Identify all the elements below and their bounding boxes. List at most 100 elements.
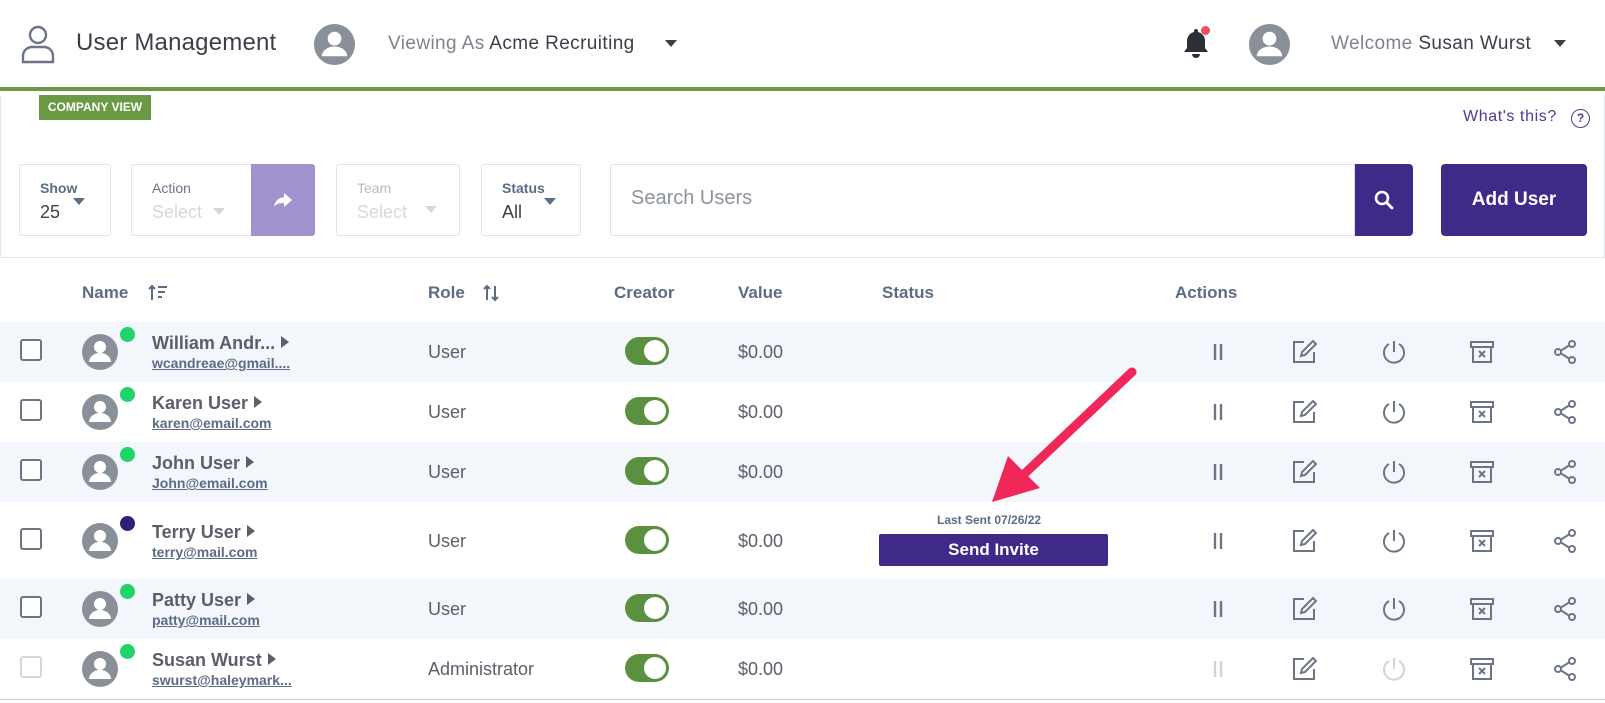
pending-status-dot — [120, 516, 135, 531]
share-arrow-icon — [274, 193, 292, 207]
help-icon[interactable]: ? — [1571, 109, 1590, 128]
annotation-arrow — [992, 367, 1137, 502]
user-name-link[interactable]: William Andr... — [152, 333, 290, 354]
expand-icon — [246, 525, 255, 537]
user-email-link[interactable]: swurst@haleymark... — [152, 672, 292, 688]
pause-icon[interactable] — [1205, 596, 1231, 622]
user-role: User — [428, 402, 467, 422]
user-outline-icon — [21, 25, 55, 64]
archive-icon[interactable] — [1469, 656, 1495, 682]
sort-icon[interactable] — [148, 284, 168, 302]
add-user-button[interactable]: Add User — [1441, 164, 1587, 236]
table-row: Patty User patty@mail.com User $0.00 — [0, 579, 1605, 639]
column-status: Status — [882, 283, 934, 302]
status-label: Status — [502, 180, 545, 196]
search-field[interactable] — [610, 164, 1355, 236]
pause-icon[interactable] — [1205, 528, 1231, 554]
power-icon[interactable] — [1381, 459, 1407, 485]
avatar-icon — [82, 523, 118, 559]
whats-this-link[interactable]: What's this? — [1463, 108, 1557, 126]
table-header — [0, 263, 1605, 321]
search-button[interactable] — [1355, 164, 1413, 236]
pause-icon[interactable] — [1205, 339, 1231, 365]
sort-icon[interactable] — [483, 284, 499, 302]
user-value: $0.00 — [738, 462, 784, 482]
user-name-link[interactable]: Patty User — [152, 590, 256, 611]
column-value: Value — [738, 283, 783, 302]
row-checkbox[interactable] — [20, 459, 42, 481]
archive-icon[interactable] — [1469, 339, 1495, 365]
team-select[interactable]: Team Select — [336, 164, 460, 236]
show-select[interactable]: Show 25 — [19, 164, 111, 236]
edit-icon[interactable] — [1291, 339, 1317, 365]
user-value: $0.00 — [738, 531, 784, 551]
caret-down-icon — [544, 198, 556, 205]
share-icon[interactable] — [1552, 339, 1578, 365]
avatar-icon[interactable] — [1248, 23, 1291, 66]
edit-icon[interactable] — [1291, 459, 1317, 485]
table-row: John User John@email.com User $0.00 — [0, 442, 1605, 502]
action-apply-button[interactable] — [251, 164, 315, 236]
avatar-icon[interactable] — [313, 23, 356, 66]
action-select[interactable]: Action Select — [131, 164, 252, 236]
caret-down-icon[interactable] — [1554, 40, 1566, 47]
column-name[interactable]: Name — [82, 283, 128, 303]
user-name: Patty User — [152, 590, 242, 610]
edit-icon[interactable] — [1291, 656, 1317, 682]
row-checkbox[interactable] — [20, 528, 42, 550]
column-role[interactable]: Role — [428, 283, 465, 303]
column-creator: Creator — [614, 283, 675, 302]
send-invite-button[interactable]: Send Invite — [879, 534, 1108, 566]
expand-icon — [246, 456, 255, 468]
edit-icon[interactable] — [1291, 528, 1317, 554]
page-title: User Management — [76, 29, 277, 56]
share-icon[interactable] — [1552, 656, 1578, 682]
status-select[interactable]: Status All — [481, 164, 581, 236]
pause-icon — [1213, 661, 1223, 677]
archive-icon[interactable] — [1469, 399, 1495, 425]
power-icon[interactable] — [1381, 528, 1407, 554]
expand-icon — [247, 593, 256, 605]
search-input[interactable] — [631, 187, 1331, 210]
row-checkbox[interactable] — [20, 399, 42, 421]
share-icon[interactable] — [1552, 596, 1578, 622]
creator-toggle[interactable] — [625, 526, 669, 554]
power-icon[interactable] — [1381, 339, 1407, 365]
row-checkbox[interactable] — [20, 596, 42, 618]
online-status-dot — [120, 447, 135, 462]
edit-icon[interactable] — [1291, 596, 1317, 622]
share-icon[interactable] — [1552, 399, 1578, 425]
caret-down-icon[interactable] — [665, 40, 677, 47]
column-actions: Actions — [1175, 283, 1238, 302]
creator-toggle[interactable] — [625, 457, 669, 485]
user-name-link[interactable]: Terry User — [152, 522, 255, 543]
user-email-link[interactable]: wcandreae@gmail.... — [152, 355, 290, 371]
edit-icon[interactable] — [1291, 399, 1317, 425]
team-value: Select — [357, 202, 408, 222]
welcome-menu[interactable]: Welcome Susan Wurst — [1331, 33, 1531, 55]
user-email-link[interactable]: karen@email.com — [152, 415, 272, 431]
creator-toggle[interactable] — [625, 337, 669, 365]
user-name-link[interactable]: Susan Wurst — [152, 650, 276, 671]
creator-toggle[interactable] — [625, 654, 669, 682]
archive-icon[interactable] — [1469, 596, 1495, 622]
pause-icon[interactable] — [1205, 399, 1231, 425]
user-name-link[interactable]: Karen User — [152, 393, 263, 414]
row-checkbox[interactable] — [20, 339, 42, 361]
user-email-link[interactable]: terry@mail.com — [152, 544, 257, 560]
creator-toggle[interactable] — [625, 397, 669, 425]
user-name-link[interactable]: John User — [152, 453, 255, 474]
archive-icon[interactable] — [1469, 459, 1495, 485]
archive-icon[interactable] — [1469, 528, 1495, 554]
creator-toggle[interactable] — [625, 594, 669, 622]
power-icon[interactable] — [1381, 399, 1407, 425]
avatar-icon — [82, 651, 118, 687]
pause-icon[interactable] — [1205, 459, 1231, 485]
user-email-link[interactable]: John@email.com — [152, 475, 268, 491]
user-email-link[interactable]: patty@mail.com — [152, 612, 260, 628]
viewing-as-selector[interactable]: Viewing As Acme Recruiting — [388, 33, 635, 55]
power-icon[interactable] — [1381, 596, 1407, 622]
share-icon[interactable] — [1552, 528, 1578, 554]
share-icon[interactable] — [1552, 459, 1578, 485]
online-status-dot — [120, 584, 135, 599]
